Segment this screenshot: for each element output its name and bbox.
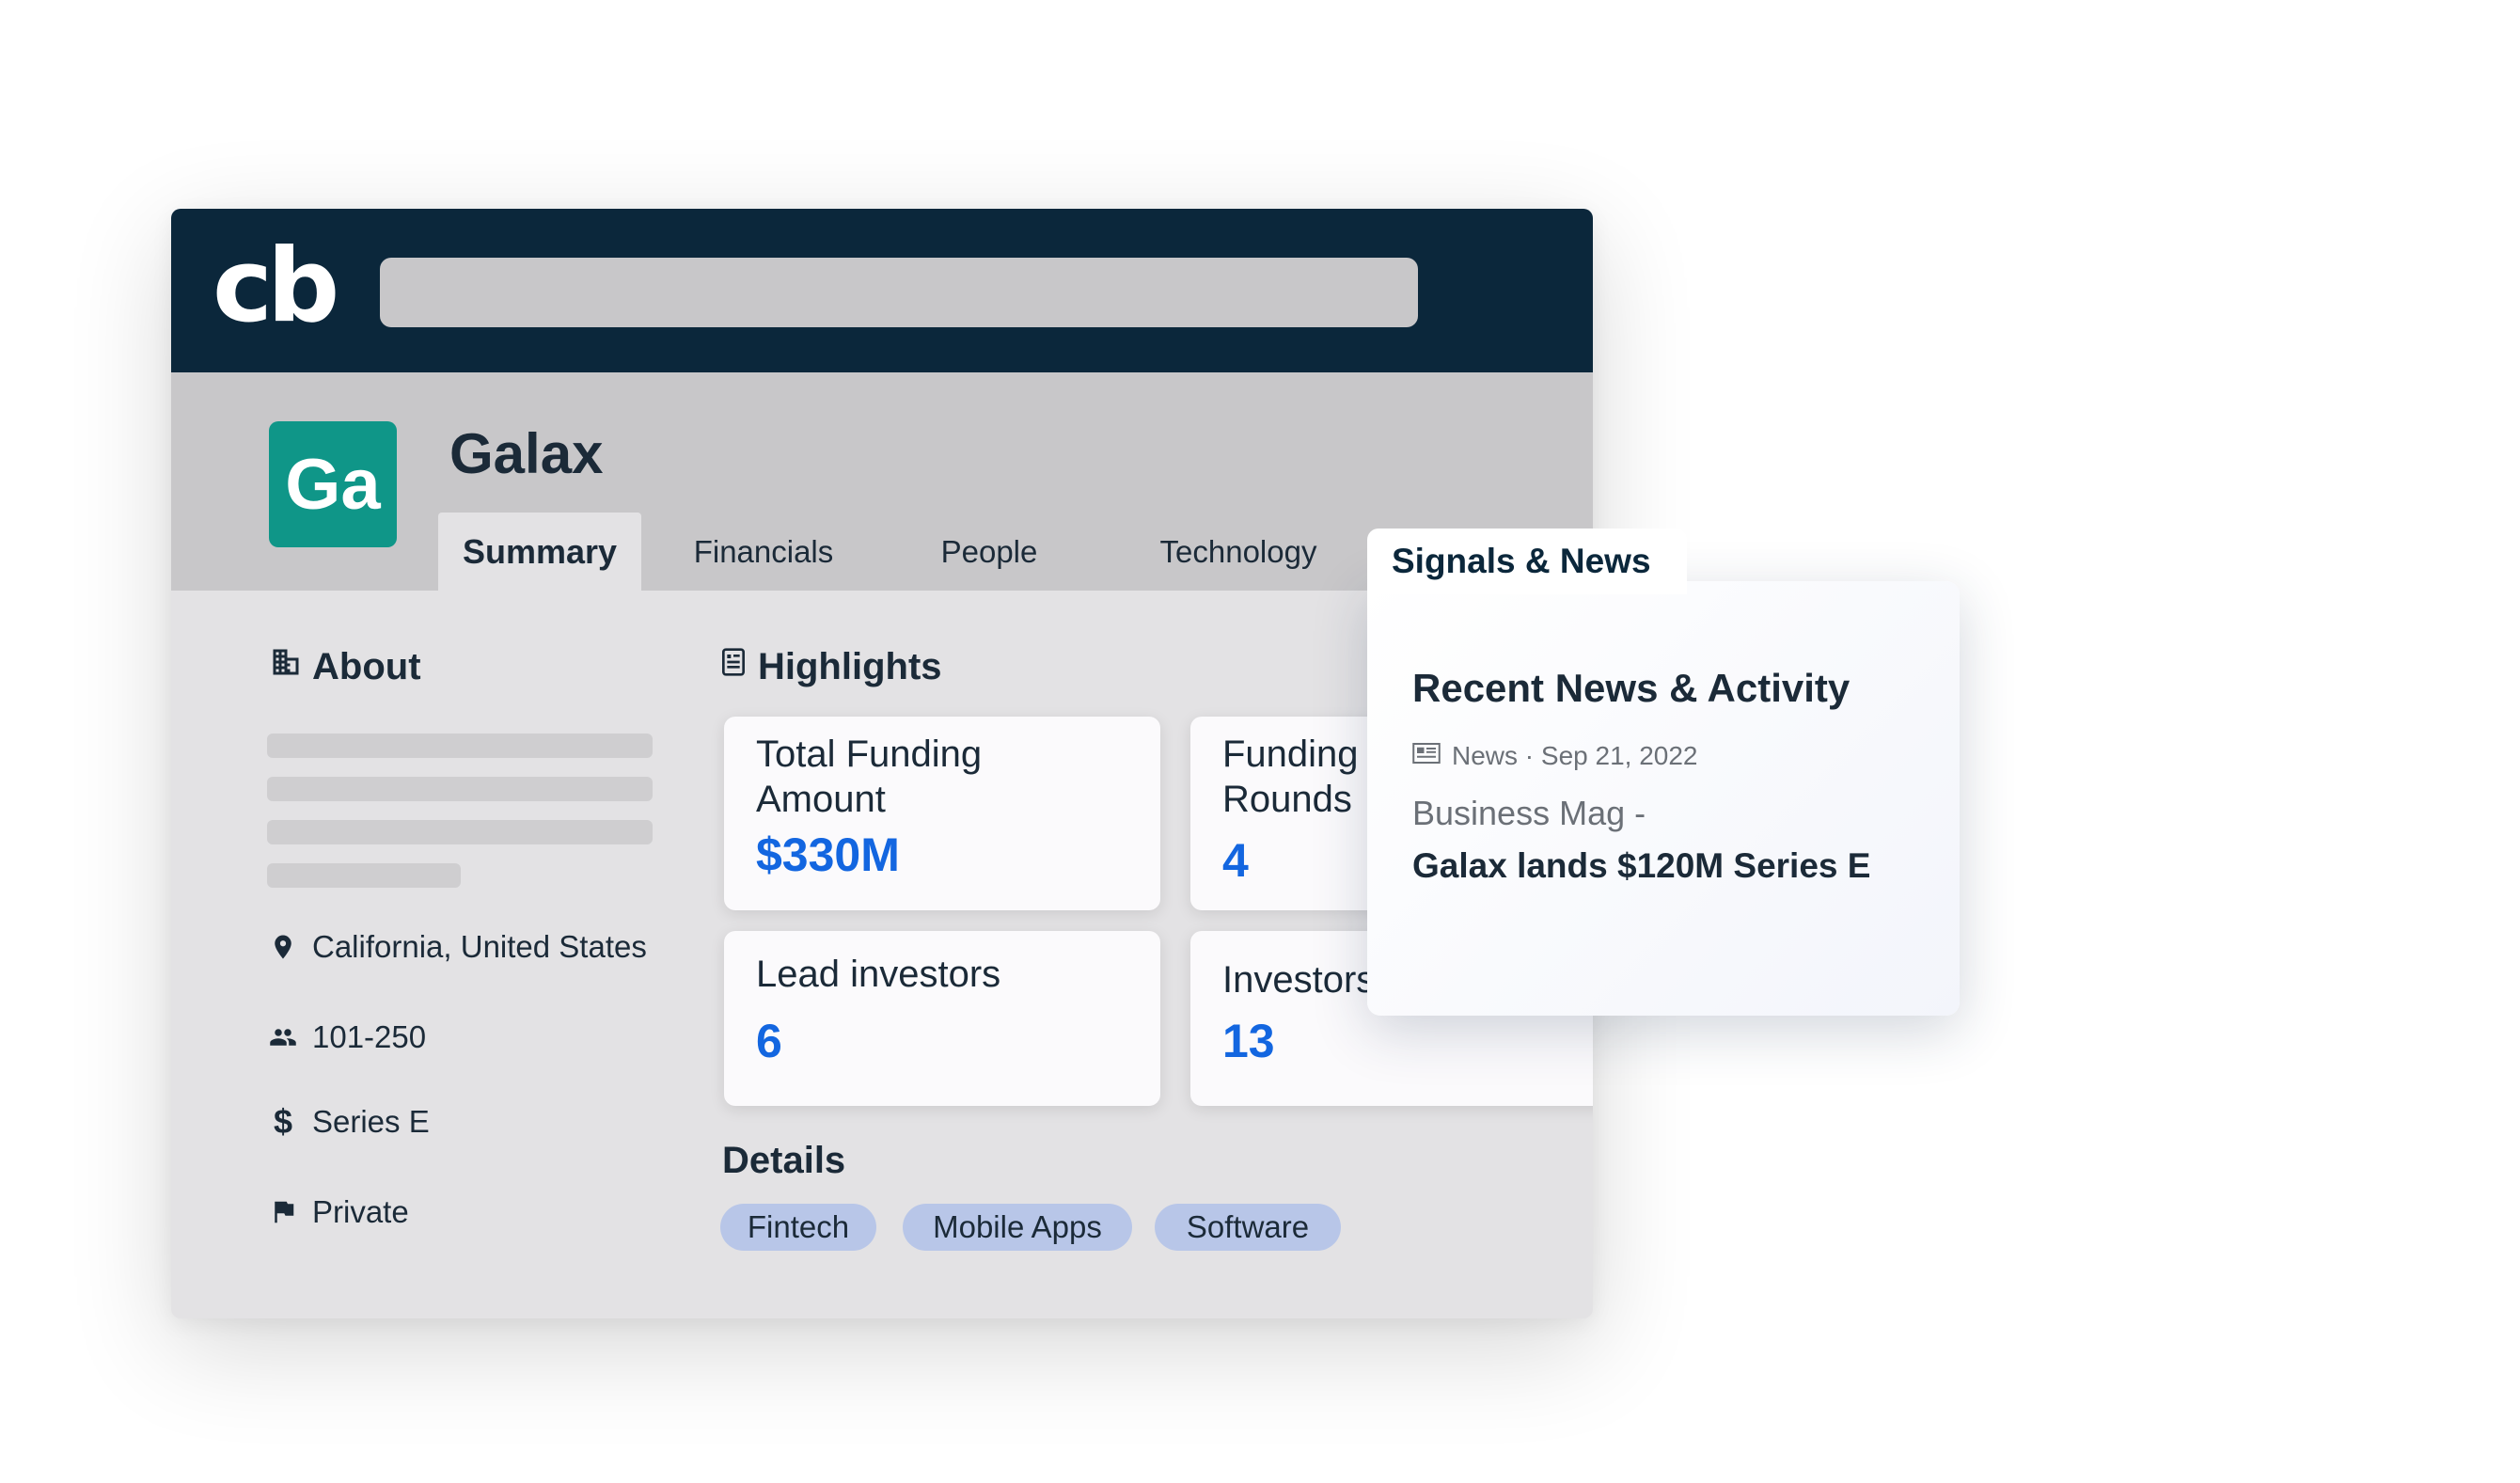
- flag-icon: [267, 1196, 299, 1228]
- search-bar[interactable]: [380, 258, 1418, 327]
- news-headline[interactable]: Galax lands $120M Series E: [1412, 846, 1870, 886]
- card-value: 13: [1222, 1015, 1275, 1067]
- tab-summary[interactable]: Summary: [438, 513, 641, 591]
- about-section-title: About: [269, 645, 421, 688]
- tab-signals-news[interactable]: Signals & News: [1367, 529, 1687, 594]
- news-meta: News · Sep 21, 2022: [1412, 741, 1698, 771]
- newspaper-icon: [1412, 741, 1441, 771]
- details-section-title: Details: [722, 1140, 846, 1181]
- dollar-icon: $: [273, 1102, 293, 1141]
- company-logo: Ga: [269, 421, 397, 547]
- description-placeholder-line: [267, 820, 653, 844]
- highlights-section-title: Highlights: [718, 645, 942, 688]
- news-meta-text: News · Sep 21, 2022: [1452, 741, 1698, 770]
- news-source: Business Mag -: [1412, 794, 1646, 832]
- tab-people[interactable]: People: [914, 513, 1064, 591]
- highlight-card-lead-investors[interactable]: Lead investors 6: [724, 931, 1160, 1106]
- tag-chip-mobile-apps[interactable]: Mobile Apps: [903, 1204, 1132, 1251]
- top-bar: cb: [171, 209, 1593, 372]
- tag-chip-software[interactable]: Software: [1155, 1204, 1341, 1251]
- about-status: Private: [267, 1194, 409, 1230]
- location-text: California, United States: [312, 929, 647, 964]
- about-title-text: About: [312, 645, 421, 687]
- news-heading: Recent News & Activity: [1412, 666, 1851, 710]
- document-icon: [718, 645, 748, 688]
- card-label: Total Funding Amount: [756, 734, 983, 820]
- highlight-card-total-funding[interactable]: Total Funding Amount $330M: [724, 717, 1160, 910]
- about-location: California, United States: [267, 929, 647, 965]
- status-text: Private: [312, 1194, 409, 1229]
- funding-stage-text: Series E: [312, 1104, 430, 1139]
- card-label: Lead investors: [756, 954, 1001, 995]
- building-icon: [269, 645, 303, 688]
- tag-chip-fintech[interactable]: Fintech: [720, 1204, 876, 1251]
- card-value: 4: [1222, 834, 1249, 887]
- highlights-title-text: Highlights: [758, 645, 942, 687]
- company-name: Galax: [449, 422, 604, 485]
- tab-financials[interactable]: Financials: [669, 513, 858, 591]
- crunchbase-logo[interactable]: cb: [213, 235, 344, 339]
- about-employees: 101-250: [267, 1019, 426, 1055]
- location-pin-icon: [267, 931, 299, 963]
- tab-technology[interactable]: Technology: [1130, 513, 1347, 591]
- people-icon: [267, 1021, 299, 1053]
- employees-text: 101-250: [312, 1019, 427, 1054]
- description-placeholder-line: [267, 777, 653, 801]
- description-placeholder-line: [267, 734, 653, 758]
- card-label: Investors: [1222, 959, 1376, 1001]
- card-value: 6: [756, 1015, 782, 1067]
- card-value: $330M: [756, 828, 900, 881]
- about-funding-stage: $ Series E: [267, 1102, 430, 1141]
- news-panel: Recent News & Activity News · Sep 21, 20…: [1367, 581, 1960, 1016]
- description-placeholder-line: [267, 863, 461, 888]
